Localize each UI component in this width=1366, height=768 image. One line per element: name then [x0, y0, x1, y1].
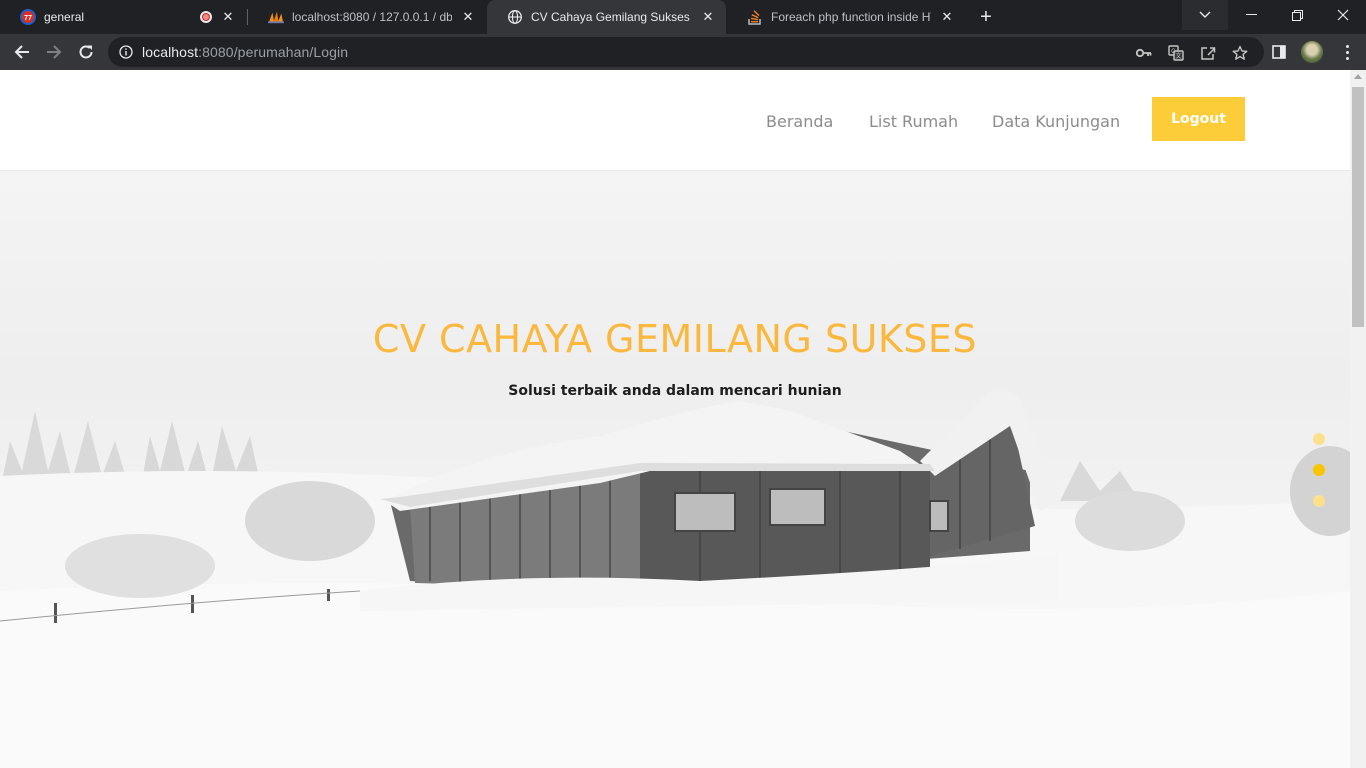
hero-title: CV CAHAYA GEMILANG SUKSES — [372, 317, 978, 361]
url-text: localhost:8080/perumahan/Login — [142, 44, 349, 60]
restore-icon — [1291, 9, 1303, 21]
site-header: Beranda List Rumah Data Kunjungan Logout — [0, 70, 1350, 171]
hero-subtitle: Solusi terbaik anda dalam mencari hunian — [508, 383, 842, 399]
chevron-down-icon — [1199, 11, 1211, 18]
scroll-up-arrow-icon[interactable] — [1354, 74, 1362, 79]
close-icon[interactable]: ✕ — [939, 9, 955, 25]
slider-dot-1[interactable] — [1313, 433, 1325, 445]
svg-text:77: 77 — [24, 15, 32, 22]
browser-toolbar: localhost:8080/perumahan/Login G文 — [0, 34, 1366, 70]
forward-button[interactable] — [40, 38, 68, 66]
close-window-button[interactable] — [1320, 0, 1366, 30]
logout-button[interactable]: Logout — [1152, 97, 1245, 141]
tab-foreach-php[interactable]: Foreach php function inside HTML ✕ — [727, 0, 965, 34]
slider-dot-3[interactable] — [1313, 495, 1325, 507]
reload-button[interactable] — [72, 38, 100, 66]
back-button[interactable] — [8, 38, 36, 66]
web-page: Beranda List Rumah Data Kunjungan Logout — [0, 70, 1350, 768]
nav-list-rumah[interactable]: List Rumah — [869, 112, 958, 131]
reload-icon — [79, 45, 93, 59]
slider-dot-2[interactable] — [1313, 464, 1325, 476]
tab-search-button[interactable] — [1182, 0, 1228, 30]
hero-background-image — [0, 389, 1350, 768]
nav-data-kunjungan[interactable]: Data Kunjungan — [992, 112, 1120, 131]
close-icon[interactable]: ✕ — [460, 9, 476, 25]
tab-title: Foreach php function inside HTML — [771, 10, 931, 24]
minimize-icon — [1245, 14, 1257, 15]
phpmyadmin-icon — [268, 9, 284, 25]
stackoverflow-icon — [747, 9, 763, 25]
translate-icon[interactable]: G文 — [1167, 44, 1185, 62]
globe-icon — [507, 9, 523, 25]
tab-title: localhost:8080 / 127.0.0.1 / db_pe — [292, 10, 452, 24]
close-icon[interactable]: ✕ — [700, 9, 716, 25]
menu-kebab-icon[interactable] — [1338, 43, 1356, 61]
tab-phpmyadmin[interactable]: localhost:8080 / 127.0.0.1 / db_pe ✕ — [248, 0, 486, 34]
app-77-icon: 77 — [20, 9, 36, 25]
tab-strip: 77 general ✕ localhost:8080 / 127.0.0.1 … — [0, 0, 1366, 34]
minimize-button[interactable] — [1228, 0, 1274, 30]
key-icon[interactable] — [1135, 44, 1153, 62]
recording-icon — [200, 11, 212, 23]
profile-avatar[interactable] — [1301, 41, 1323, 63]
side-panel-icon[interactable] — [1270, 43, 1288, 61]
restore-button[interactable] — [1274, 0, 1320, 30]
tab-cv-cahaya[interactable]: CV Cahaya Gemilang Sukses ✕ — [487, 0, 726, 34]
svg-text:文: 文 — [1175, 52, 1181, 60]
tab-general[interactable]: 77 general ✕ — [0, 0, 246, 34]
tab-title: CV Cahaya Gemilang Sukses — [531, 10, 690, 24]
share-icon[interactable] — [1199, 44, 1217, 62]
close-icon[interactable]: ✕ — [220, 9, 236, 25]
hero-slider: CV CAHAYA GEMILANG SUKSES Solusi terbaik… — [0, 171, 1350, 768]
address-bar[interactable]: localhost:8080/perumahan/Login G文 — [108, 37, 1264, 67]
arrow-left-icon — [14, 45, 29, 59]
nav-beranda[interactable]: Beranda — [766, 112, 833, 131]
info-icon[interactable] — [119, 45, 133, 59]
tab-title: general — [44, 10, 85, 24]
star-icon[interactable] — [1231, 44, 1249, 62]
cabin — [360, 389, 1060, 611]
new-tab-button[interactable]: + — [974, 5, 998, 29]
close-icon — [1337, 9, 1349, 21]
arrow-right-icon — [47, 45, 62, 59]
scrollbar-thumb[interactable] — [1352, 87, 1364, 327]
